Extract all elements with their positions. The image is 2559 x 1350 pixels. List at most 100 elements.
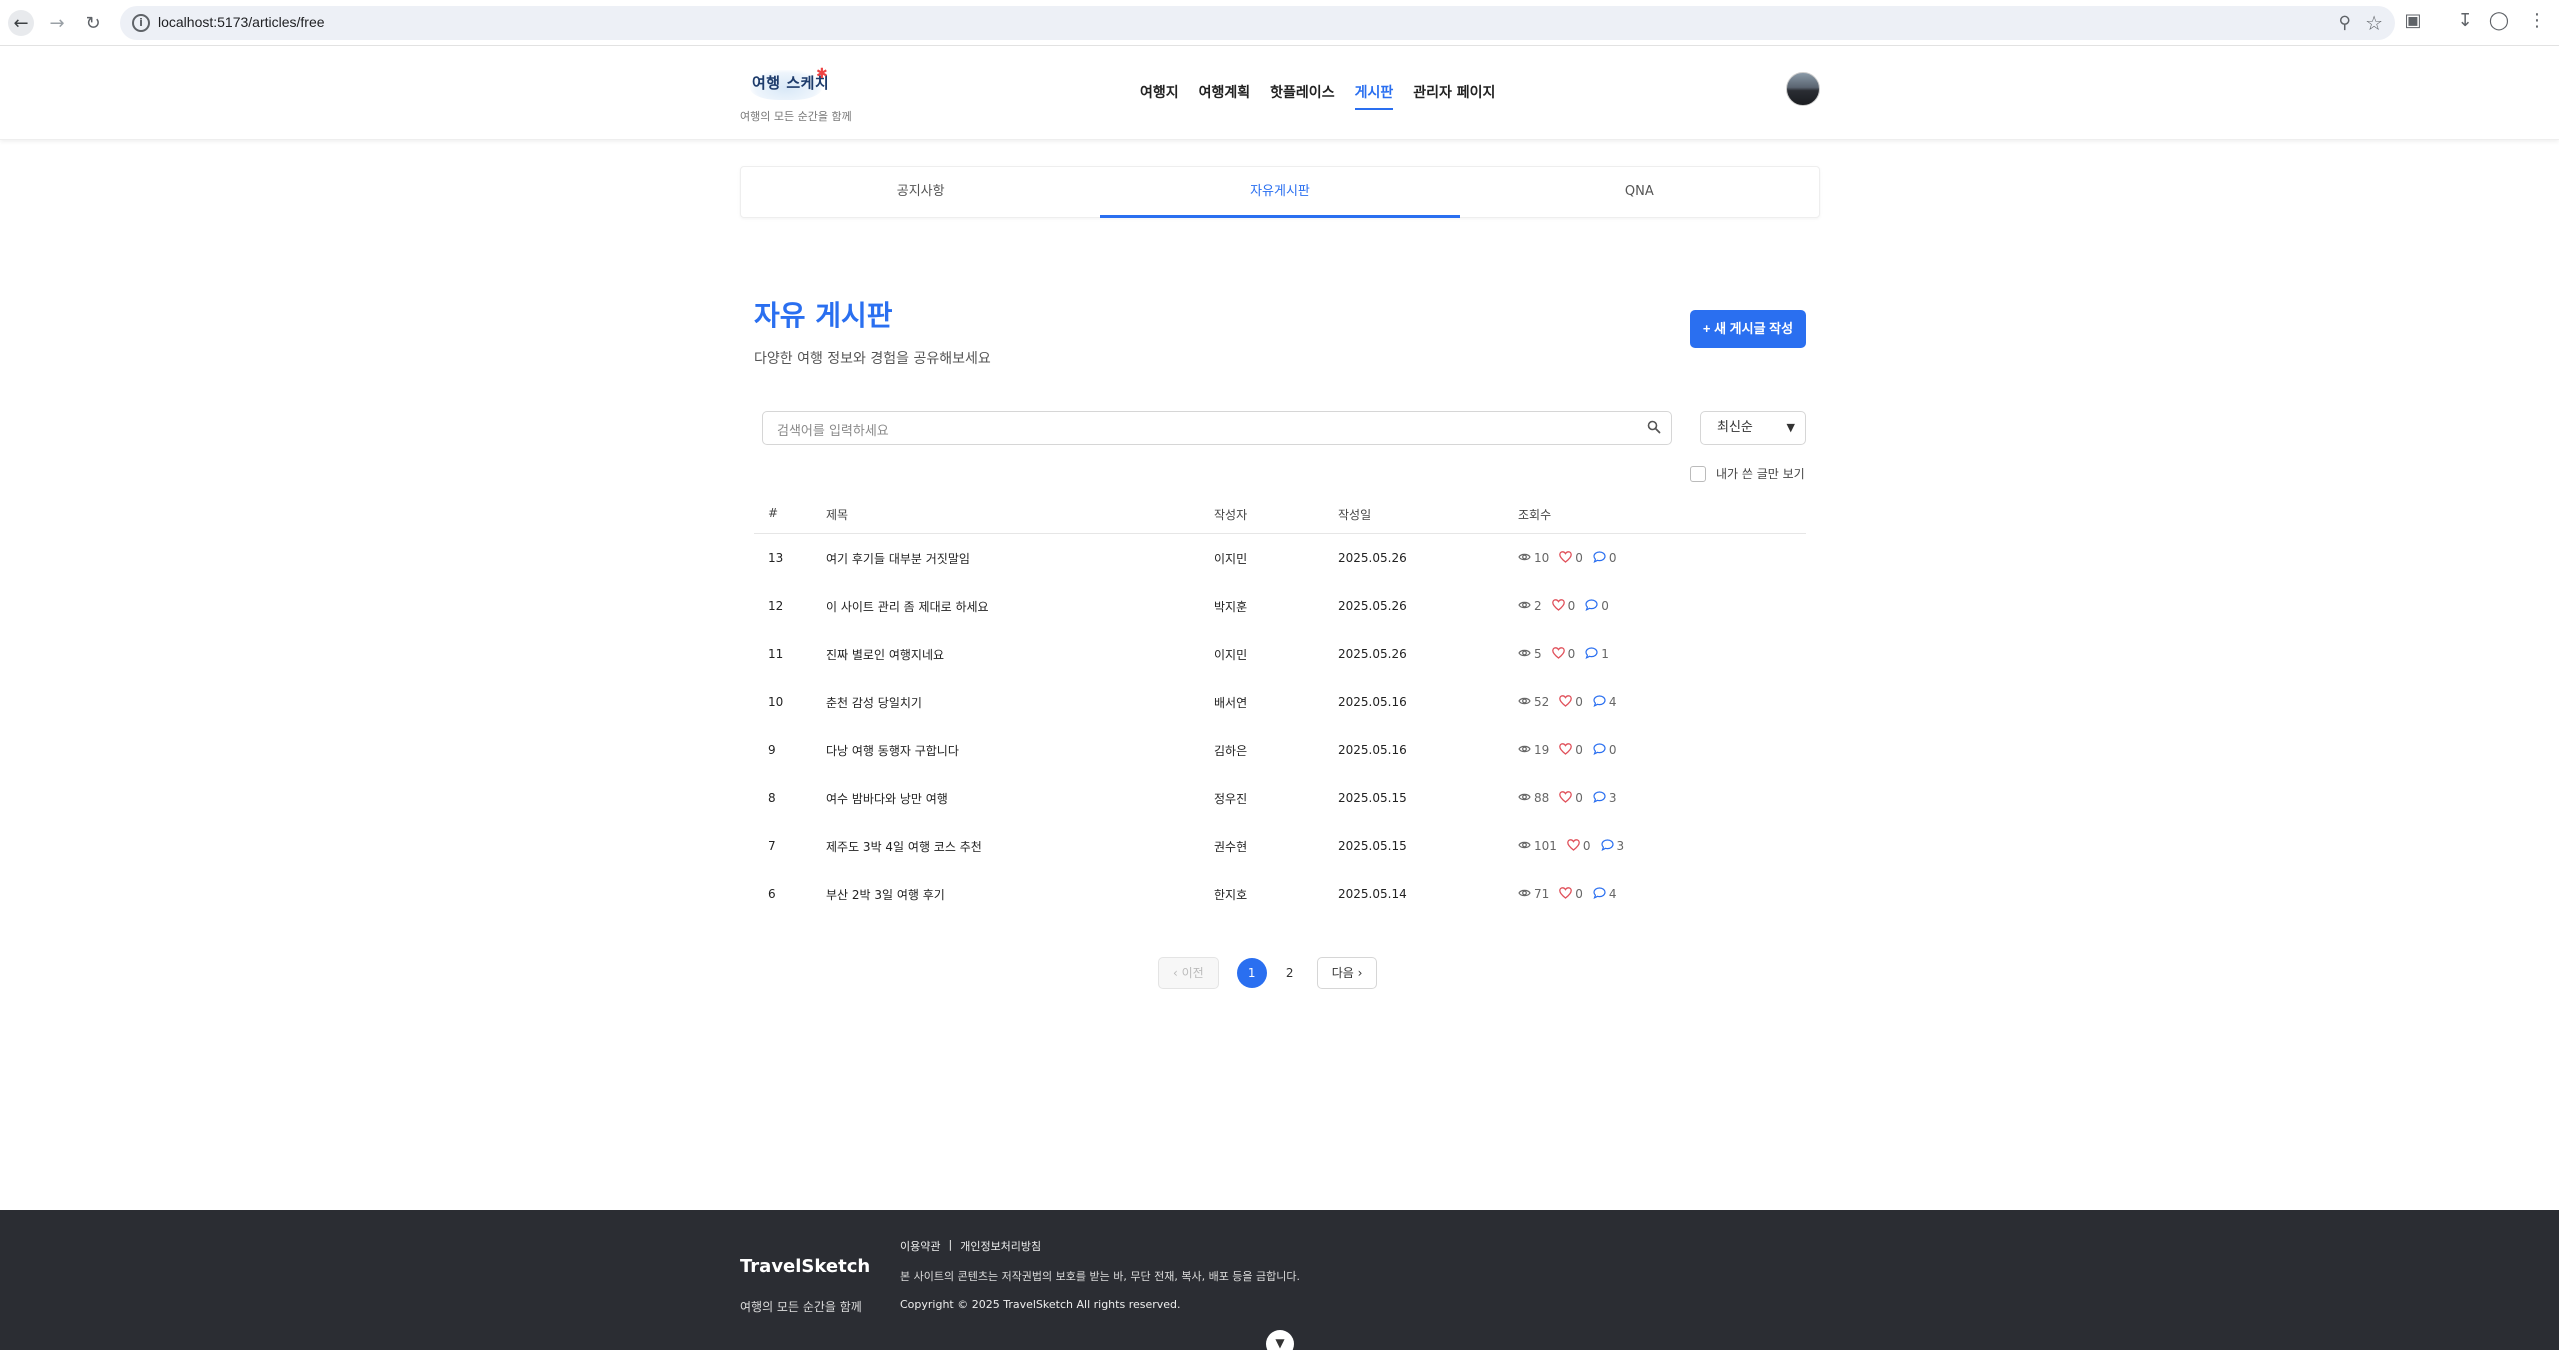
row-title[interactable]: 진짜 별로인 여행지네요: [826, 646, 1214, 663]
table-row[interactable]: 10 춘천 감성 당일치기 배서연 2025.05.16 52 0 4: [754, 678, 1806, 726]
post-table: # 제목 작성자 작성일 조회수 13 여기 후기들 대부분 거짓말임 이지민 202…: [754, 506, 1806, 918]
search-input[interactable]: 검색어를 입력하세요: [777, 420, 889, 439]
nav-admin[interactable]: 관리자 페이지: [1413, 82, 1495, 110]
site-tagline: 여행의 모든 순간을 함께: [740, 110, 852, 123]
tab-qna[interactable]: QNA: [1460, 167, 1819, 217]
likes-stat: 0: [1559, 790, 1583, 806]
profile-icon[interactable]: ◯: [2486, 10, 2512, 31]
comments-stat: 0: [1585, 598, 1609, 614]
nav-hotplace[interactable]: 핫플레이스: [1270, 82, 1334, 110]
header-author: 작성자: [1214, 508, 1248, 522]
row-num: 8: [768, 791, 776, 805]
mine-only-checkbox[interactable]: [1690, 465, 1706, 482]
views-stat: 10: [1518, 551, 1549, 565]
board-tabs: 공지사항 자유게시판 QNA: [740, 166, 1820, 218]
nav-travel-plan[interactable]: 여행계획: [1199, 82, 1251, 110]
row-title[interactable]: 제주도 3박 4일 여행 코스 추천: [826, 838, 1214, 855]
row-title[interactable]: 부산 2박 3일 여행 후기: [826, 886, 1214, 903]
row-title[interactable]: 여기 후기들 대부분 거짓말임: [826, 550, 1214, 567]
row-title[interactable]: 춘천 감성 당일치기: [826, 694, 1214, 711]
comments-count: 0: [1601, 599, 1609, 613]
comments-count: 4: [1608, 695, 1617, 709]
page-1-button[interactable]: 1: [1236, 958, 1267, 988]
likes-stat: 0: [1567, 838, 1591, 854]
table-row[interactable]: 6 부산 2박 3일 여행 후기 한지호 2025.05.14 71 0 4: [754, 870, 1806, 918]
views-count: 10: [1534, 551, 1550, 565]
comments-count: 1: [1601, 647, 1609, 661]
page-2-button[interactable]: 2: [1275, 958, 1305, 988]
terms-link[interactable]: 이용약관: [900, 1238, 940, 1254]
nav-destinations[interactable]: 여행지: [1140, 82, 1179, 110]
scroll-down-button[interactable]: ▼: [1266, 1330, 1294, 1350]
table-row[interactable]: 11 진짜 별로인 여행지네요 이지민 2025.05.26 5 0 1: [754, 630, 1806, 678]
footer-copyright: Copyright © 2025 TravelSketch All rights…: [900, 1298, 1181, 1311]
heart-icon: [1559, 694, 1575, 710]
likes-count: 0: [1575, 791, 1583, 805]
nav-board[interactable]: 게시판: [1354, 82, 1393, 110]
table-row[interactable]: 8 여수 밤바다와 낭만 여행 정우진 2025.05.15 88 0 3: [754, 774, 1806, 822]
search-box[interactable]: 검색어를 입력하세요: [762, 411, 1672, 445]
site-header: 여행 스케치 ✱ 여행의 모든 순간을 함께 여행지 여행계획 핫플레이스 게시…: [0, 46, 2559, 140]
row-stats: 19 0 0: [1518, 742, 1806, 758]
eye-icon: [1518, 551, 1534, 565]
page-subtitle: 다양한 여행 정보와 경험을 공유해보세요: [754, 351, 991, 367]
likes-stat: 0: [1559, 694, 1583, 710]
row-author: 이지민: [1214, 647, 1248, 662]
next-label: 다음: [1331, 966, 1354, 980]
tab-notice[interactable]: 공지사항: [741, 167, 1100, 217]
row-title[interactable]: 여수 밤바다와 낭만 여행: [826, 790, 1214, 807]
table-row[interactable]: 12 이 사이트 관리 좀 제대로 하세요 박지훈 2025.05.26 2 0 0: [754, 582, 1806, 630]
likes-count: 0: [1575, 887, 1583, 901]
next-page-button[interactable]: 다음 ›: [1316, 957, 1378, 989]
site-logo[interactable]: 여행 스케치 ✱: [740, 64, 860, 108]
sort-select[interactable]: 최신순 ▼: [1700, 411, 1806, 445]
prev-label: 이전: [1181, 966, 1204, 980]
page-title: 자유 게시판: [754, 299, 893, 332]
download-icon[interactable]: ↧: [2452, 10, 2478, 31]
likes-count: 0: [1575, 695, 1583, 709]
heart-icon: [1551, 646, 1568, 662]
row-num: 10: [768, 695, 784, 709]
back-icon[interactable]: ←: [8, 10, 34, 36]
table-row[interactable]: 7 제주도 3박 4일 여행 코스 추천 권수현 2025.05.15 101 0 3: [754, 822, 1806, 870]
reload-icon[interactable]: ↻: [80, 10, 106, 36]
privacy-link[interactable]: 개인정보처리방침: [960, 1238, 1041, 1254]
pagination: ‹ 이전 1 2 다음 ›: [1158, 956, 1378, 990]
zoom-icon[interactable]: ⚲: [2339, 13, 2351, 33]
row-stats: 101 0 3: [1518, 838, 1806, 854]
row-title[interactable]: 다낭 여행 동행자 구합니다: [826, 742, 1214, 759]
heart-icon: [1559, 886, 1575, 902]
row-num: 9: [768, 743, 776, 757]
address-bar[interactable]: i localhost:5173/articles/free ⚲ ☆: [120, 6, 2395, 40]
header-title: 제목: [826, 508, 849, 522]
likes-count: 0: [1567, 599, 1576, 613]
row-date: 2025.05.15: [1338, 839, 1407, 853]
row-author: 박지훈: [1214, 599, 1248, 614]
row-num: 13: [768, 551, 784, 565]
table-row[interactable]: 13 여기 후기들 대부분 거짓말임 이지민 2025.05.26 10 0 0: [754, 534, 1806, 582]
comments-stat: 0: [1593, 742, 1617, 758]
heart-icon: [1559, 790, 1575, 806]
info-icon[interactable]: i: [132, 14, 150, 32]
header-num: #: [768, 506, 779, 520]
forward-icon[interactable]: →: [44, 10, 70, 36]
tab-free-board[interactable]: 자유게시판: [1100, 167, 1460, 218]
new-post-button[interactable]: + 새 게시글 작성: [1690, 310, 1806, 348]
eye-icon: [1518, 839, 1534, 853]
url-text[interactable]: localhost:5173/articles/free: [158, 14, 325, 30]
avatar[interactable]: [1786, 72, 1820, 106]
menu-icon[interactable]: ⋮: [2524, 10, 2550, 31]
mine-only-filter[interactable]: 내가 쓴 글만 보기: [1690, 465, 1805, 482]
extensions-icon[interactable]: ▣: [2400, 10, 2426, 31]
row-title[interactable]: 이 사이트 관리 좀 제대로 하세요: [826, 598, 1214, 615]
table-row[interactable]: 9 다낭 여행 동행자 구합니다 김하은 2025.05.16 19 0 0: [754, 726, 1806, 774]
views-count: 71: [1534, 887, 1550, 901]
eye-icon: [1518, 647, 1534, 661]
star-icon[interactable]: ☆: [2365, 11, 2383, 35]
heart-icon: [1551, 598, 1568, 614]
views-stat: 2: [1518, 599, 1542, 613]
row-date: 2025.05.26: [1338, 599, 1407, 613]
search-icon[interactable]: [1647, 420, 1661, 434]
prev-page-button[interactable]: ‹ 이전: [1158, 957, 1219, 989]
comments-stat: 3: [1593, 790, 1617, 806]
